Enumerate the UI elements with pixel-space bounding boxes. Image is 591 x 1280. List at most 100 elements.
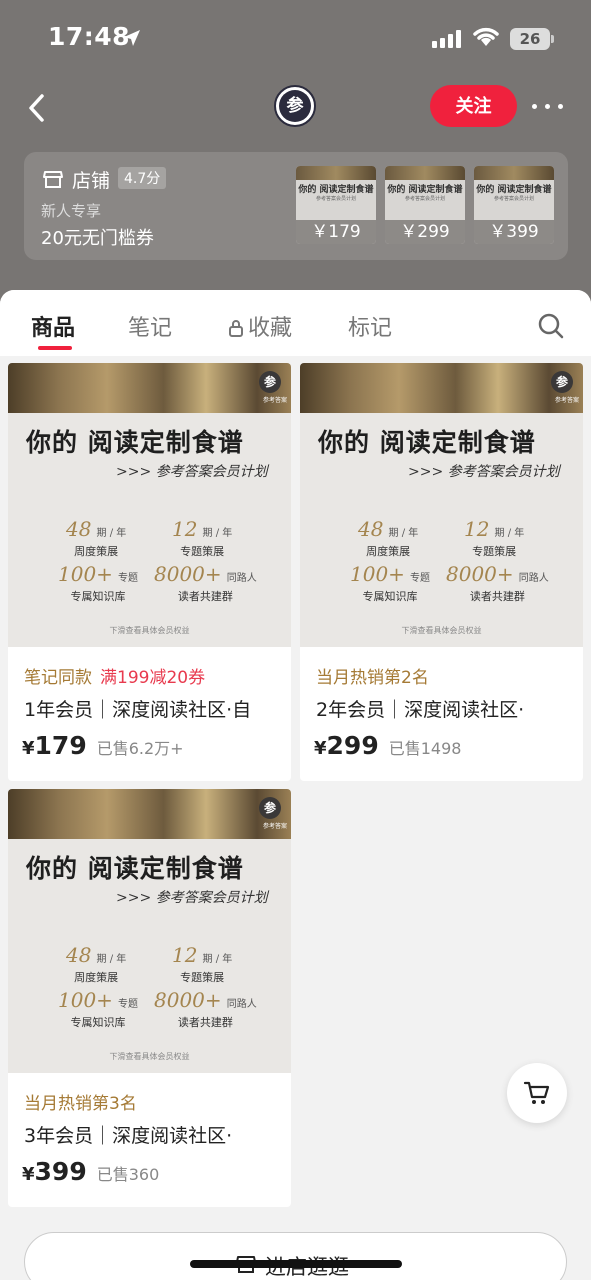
tab-favorites-label: 收藏 [248,316,293,341]
poster-badge: 参 [551,371,573,393]
stat-number: 48 [358,517,384,541]
status-time: 17:48 [48,22,131,51]
store-icon [43,171,63,188]
battery-icon: 26 [510,28,550,50]
poster-subtitle: >>> 参考答案会员计划 [116,464,268,480]
price-currency: ¥ [22,738,35,759]
tab-notes[interactable]: 笔记 [128,310,172,342]
poster-hint: 下滑查看具体会员权益 [109,626,190,635]
stat-label: 专属知识库 [70,1016,126,1029]
product-title: 3年会员｜深度阅读社区· [24,1125,233,1147]
poster-stat: 100+ 专题 专属知识库 [350,562,430,604]
product-tag: 笔记同款 满199减20券 [24,663,205,688]
product-tag: 当月热销第2名 [316,663,429,688]
cart-button[interactable] [507,1063,567,1123]
thumbnail-3[interactable]: 你的 阅读定制食谱 参考答案会员计划 ￥399 [474,166,554,244]
status-bar: 17:48 26 [0,0,591,80]
location-arrow-icon [124,30,140,46]
library-photo [8,789,291,839]
sold-count: 已售360 [96,1165,160,1184]
coupon-text[interactable]: 20元无门槛券 [41,224,154,250]
sold-count: 已售6.2万+ [96,739,184,758]
cart-icon [523,1081,550,1104]
product-tag-text: 笔记同款 [24,668,92,688]
thumbnail-title: 你的 阅读定制食谱 [387,185,463,195]
poster-stat: 8000+ 同路人 读者共建群 [446,562,549,604]
shop-logo[interactable]: 参 [274,85,316,127]
product-tag-text: 当月热销第2名 [316,668,429,688]
poster-title: 你的 阅读定制食谱 [26,854,244,883]
lock-icon [229,320,243,337]
poster-badge-sub: 参考答案 [262,823,287,830]
stat-unit: 同路人 [226,999,257,1010]
thumbnail-1[interactable]: 你的 阅读定制食谱 参考答案会员计划 ￥179 [296,166,376,244]
stat-label: 专属知识库 [362,590,418,603]
poster-badge-sub: 参考答案 [262,397,287,404]
poster-stat: 48 期 / 年周度策展 [66,517,126,559]
stat-number: 12 [172,943,198,967]
active-tab-indicator [38,346,72,350]
poster-badge-sub: 参考答案 [554,397,579,404]
stat-number: 8000+ [154,562,222,586]
product-card[interactable]: 参 参考答案 你的 阅读定制食谱 >>> 参考答案会员计划 48 期 / 年周度… [300,363,583,781]
thumbnail-price: ￥399 [474,220,554,244]
thumbnail-price: ￥299 [385,220,465,244]
stat-label: 专属知识库 [70,590,126,603]
product-tag: 当月热销第3名 [24,1089,137,1114]
thumbnail-title: 你的 阅读定制食谱 [476,185,552,195]
tab-bar: 商品 笔记 收藏 标记 [0,290,591,356]
poster-hint: 下滑查看具体会员权益 [109,1052,190,1061]
poster-title: 你的 阅读定制食谱 [318,428,536,457]
stat-number: 12 [464,517,490,541]
enter-shop-button[interactable]: 进店逛逛 [24,1232,567,1280]
tab-favorites[interactable]: 收藏 [228,310,292,342]
poster-badge: 参 [259,371,281,393]
price-currency: ¥ [314,738,327,759]
sold-count: 已售1498 [388,739,462,758]
back-arrow-icon[interactable] [24,90,54,126]
tab-marks[interactable]: 标记 [348,310,392,342]
price-value: 299 [326,731,379,760]
stat-unit: 专题 [118,999,139,1010]
poster-hint: 下滑查看具体会员权益 [401,626,482,635]
poster-badge: 参 [259,797,281,819]
product-image: 参 参考答案 你的 阅读定制食谱 >>> 参考答案会员计划 48 期 / 年周度… [300,363,583,647]
poster-stat: 8000+ 同路人 读者共建群 [154,988,257,1030]
thumbnail-subtitle: 参考答案会员计划 [493,196,534,202]
stat-unit: 专题 [410,573,431,584]
price-currency: ¥ [22,1164,35,1185]
thumbnail-title: 你的 阅读定制食谱 [298,185,374,195]
product-info: 笔记同款 满199减20券 1年会员｜深度阅读社区·自 ¥179 已售6.2万+ [8,647,291,781]
shop-name: 店铺 [72,170,111,192]
home-indicator[interactable] [190,1260,402,1268]
poster-stat: 12 期 / 年专题策展 [172,943,232,985]
stat-number: 8000+ [446,562,514,586]
product-card[interactable]: 参 参考答案 你的 阅读定制食谱 >>> 参考答案会员计划 48 期 / 年周度… [8,363,291,781]
product-image: 参 参考答案 你的 阅读定制食谱 >>> 参考答案会员计划 48 期 / 年周度… [8,363,291,647]
poster-subtitle: >>> 参考答案会员计划 [116,890,268,906]
poster-stat: 8000+ 同路人 读者共建群 [154,562,257,604]
stat-label: 周度策展 [74,545,119,558]
stat-label: 专题策展 [180,545,225,558]
stat-label: 周度策展 [74,971,119,984]
thumbnail-subtitle: 参考答案会员计划 [404,196,445,202]
stat-unit: 期 / 年 [388,528,419,539]
tab-products[interactable]: 商品 [31,310,75,342]
thumbnail-2[interactable]: 你的 阅读定制食谱 参考答案会员计划 ￥299 [385,166,465,244]
shop-info-card[interactable]: 店铺 4.7分 新人专享 20元无门槛券 你的 阅读定制食谱 参考答案会员计划 … [24,152,568,260]
search-icon[interactable] [537,312,565,340]
product-card[interactable]: 参 参考答案 你的 阅读定制食谱 >>> 参考答案会员计划 48 期 / 年周度… [8,789,291,1207]
follow-button[interactable]: 关注 [430,85,517,127]
stat-label: 专题策展 [180,971,225,984]
stat-number: 100+ [58,562,113,586]
product-info: 当月热销第3名 3年会员｜深度阅读社区· ¥399 已售360 [8,1073,291,1207]
stat-unit: 期 / 年 [96,954,127,965]
product-title: 2年会员｜深度阅读社区· [316,699,525,721]
stat-unit: 期 / 年 [202,954,233,965]
more-options-icon[interactable] [532,104,564,110]
stat-number: 8000+ [154,988,222,1012]
stat-label: 读者共建群 [469,590,525,603]
battery-tip [551,35,554,43]
cellular-signal-icon [432,30,462,48]
stat-number: 12 [172,517,198,541]
